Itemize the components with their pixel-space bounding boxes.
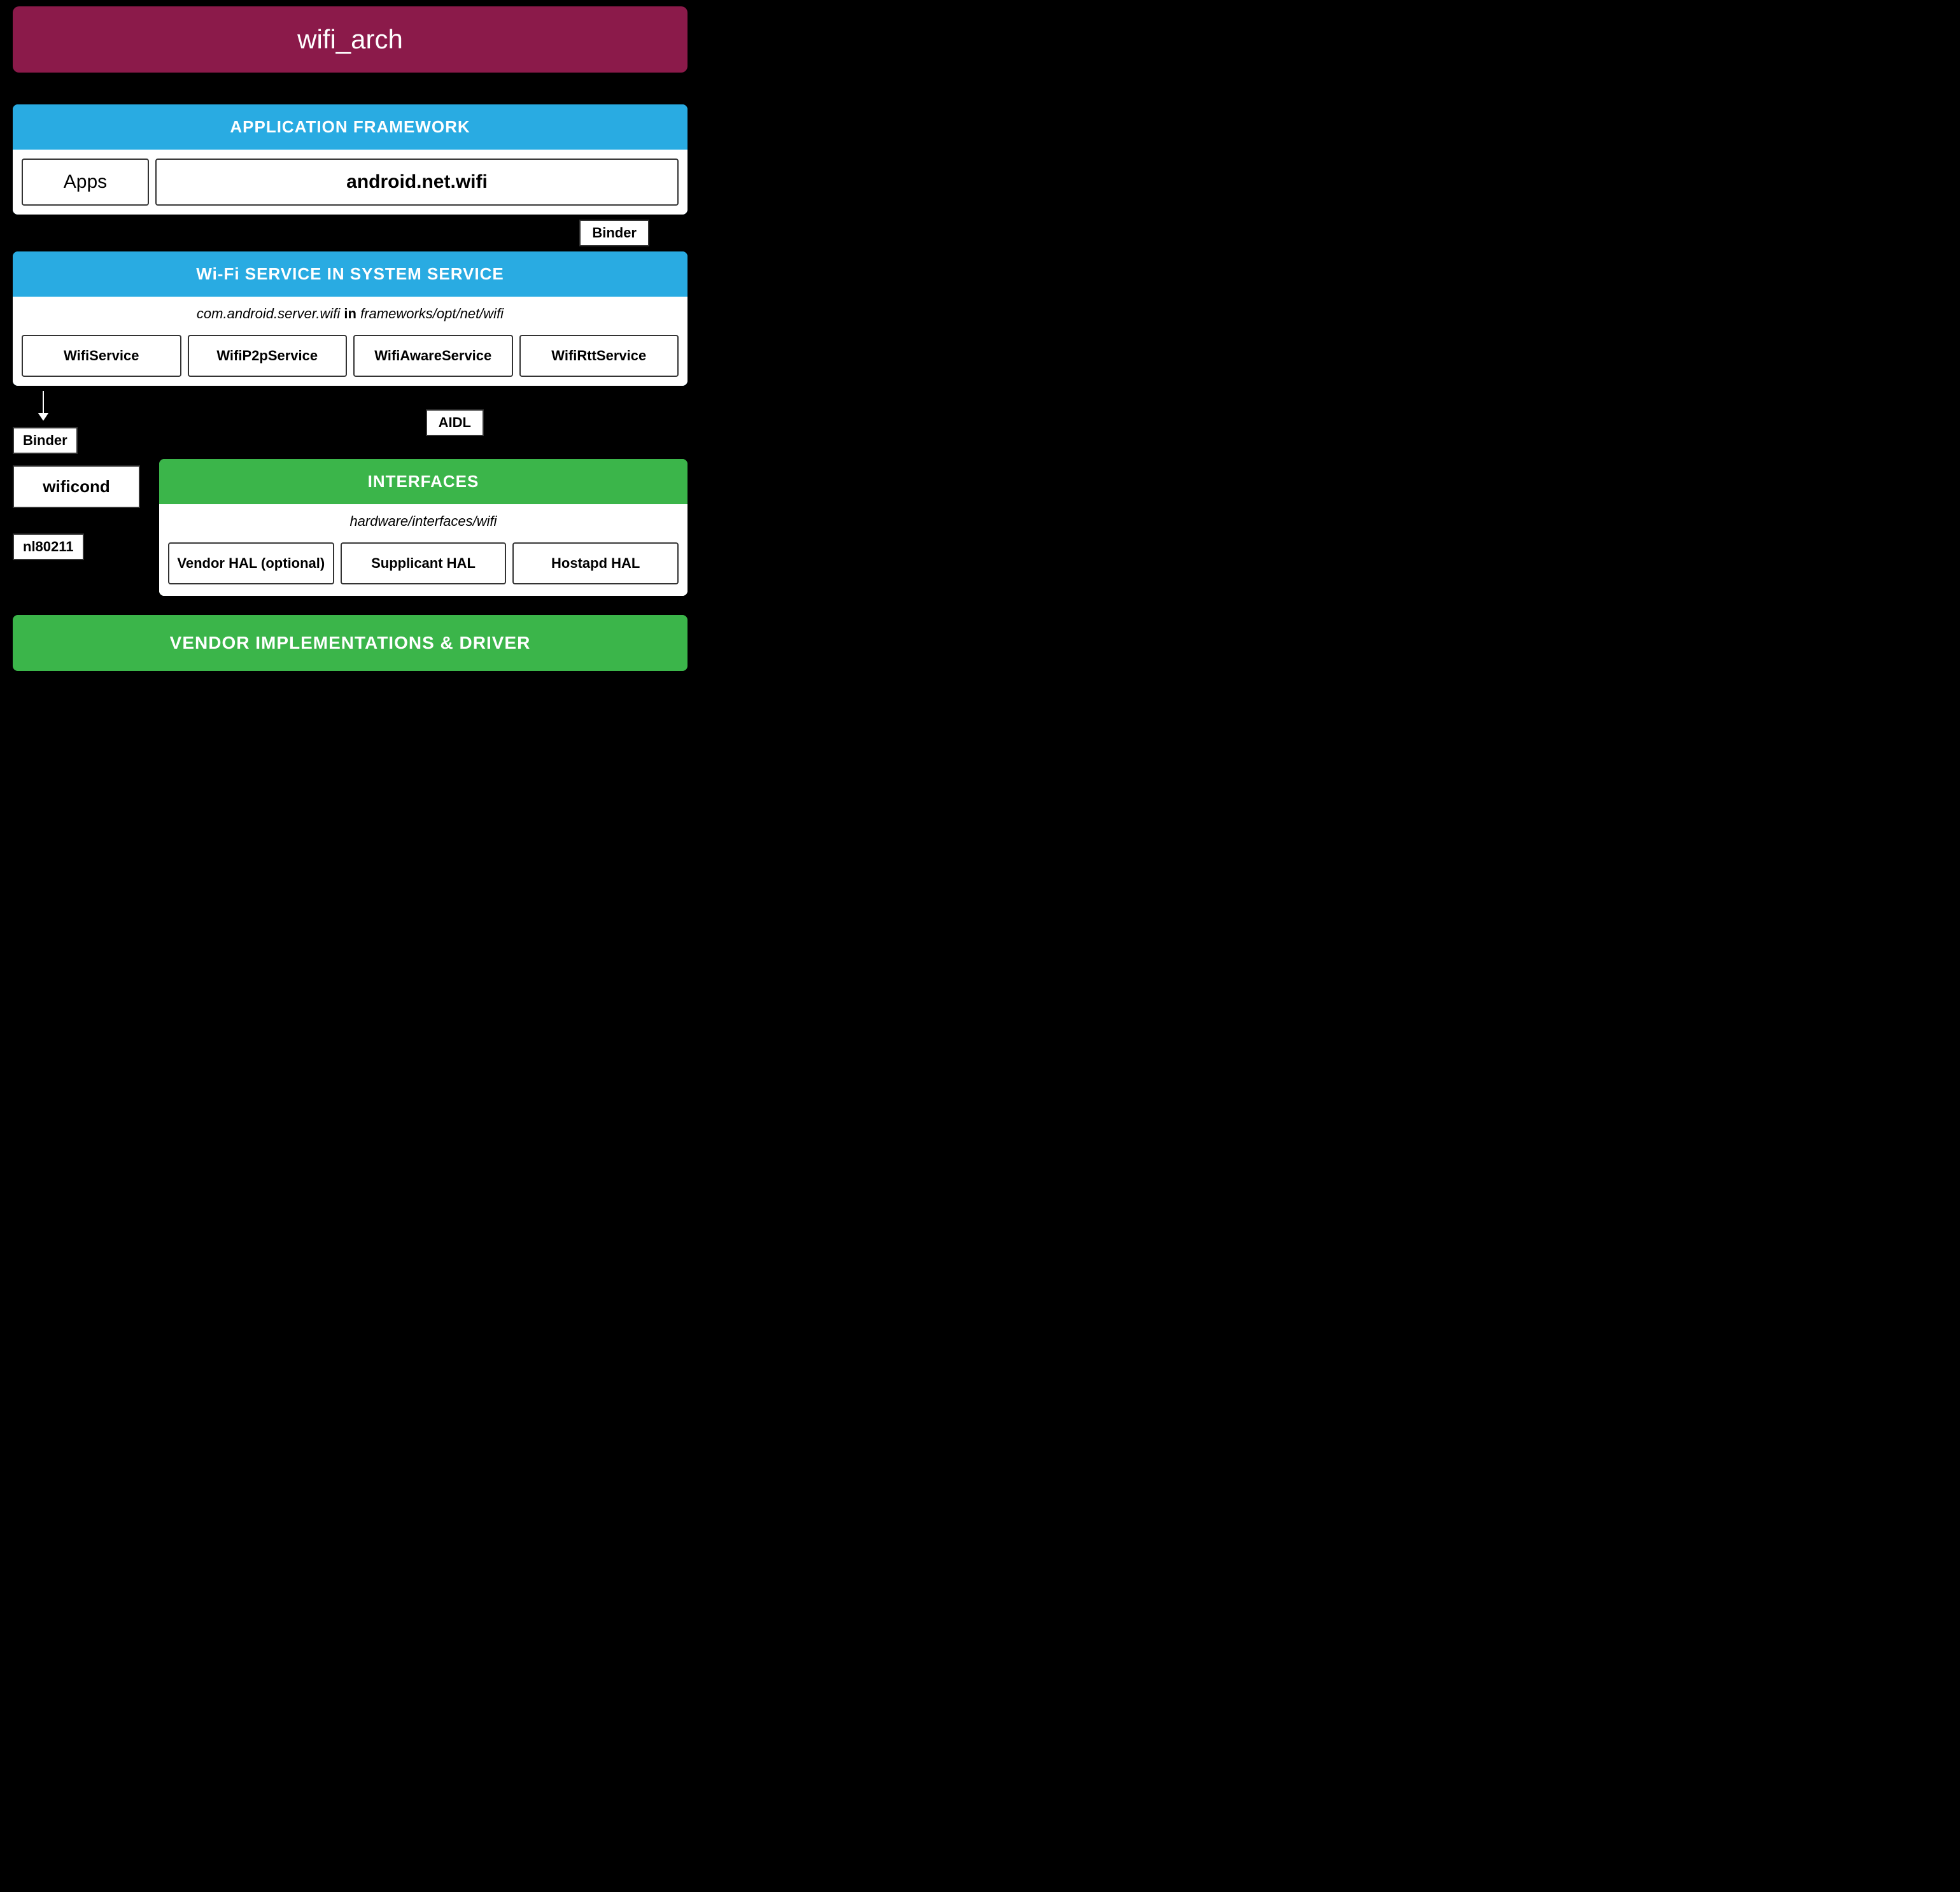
aidl-badge: AIDL bbox=[426, 409, 484, 436]
android-net-wifi-box: android.net.wifi bbox=[155, 159, 679, 206]
apps-box: Apps bbox=[22, 159, 149, 206]
wifip2p-service-box: WifiP2pService bbox=[188, 335, 348, 377]
vendor-impl-bar: VENDOR IMPLEMENTATIONS & DRIVER bbox=[13, 615, 687, 671]
interfaces-subtitle: hardware/interfaces/wifi bbox=[159, 504, 687, 536]
vendor-hal-box: Vendor HAL (optional) bbox=[168, 542, 334, 584]
interfaces-section: INTERFACES hardware/interfaces/wifi Vend… bbox=[159, 459, 687, 596]
wifirtt-service-box: WifiRttService bbox=[519, 335, 679, 377]
app-framework-section: APPLICATION FRAMEWORK Apps android.net.w… bbox=[13, 104, 687, 215]
wifi-service-section: Wi-Fi SERVICE IN SYSTEM SERVICE com.andr… bbox=[13, 251, 687, 386]
wifi-service-subtitle-italic: com.android.server.wifi bbox=[197, 306, 340, 321]
wificond-box: wificond bbox=[13, 465, 140, 508]
app-framework-header: APPLICATION FRAMEWORK bbox=[13, 104, 687, 150]
hostapd-hal-box: Hostapd HAL bbox=[512, 542, 679, 584]
title-bar: wifi_arch bbox=[13, 6, 687, 73]
wifi-service-box: WifiService bbox=[22, 335, 181, 377]
supplicant-hal-box: Supplicant HAL bbox=[341, 542, 507, 584]
wifi-service-header: Wi-Fi SERVICE IN SYSTEM SERVICE bbox=[13, 251, 687, 297]
binder-bottom-badge: Binder bbox=[13, 427, 78, 454]
interfaces-header: INTERFACES bbox=[159, 459, 687, 504]
wifi-service-subtitle-in: in bbox=[344, 306, 360, 321]
nl80211-badge: nl80211 bbox=[13, 533, 84, 560]
binder-top-badge: Binder bbox=[579, 220, 649, 246]
wifi-service-subtitle-path: frameworks/opt/net/wifi bbox=[360, 306, 504, 321]
wifiaware-service-box: WifiAwareService bbox=[353, 335, 513, 377]
